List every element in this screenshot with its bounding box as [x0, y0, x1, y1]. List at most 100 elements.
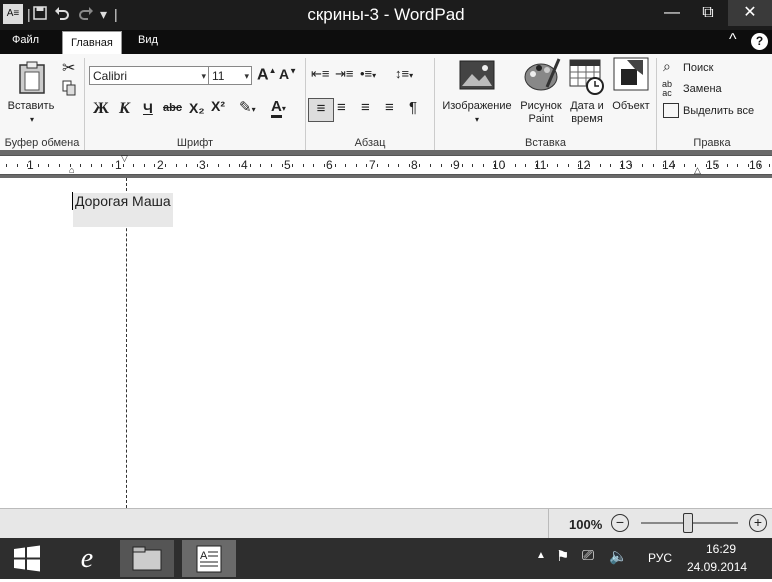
- insert-object-button[interactable]: Объект: [608, 100, 654, 113]
- wordpad-taskbar-icon[interactable]: A: [182, 540, 236, 577]
- object-icon[interactable]: [613, 57, 649, 95]
- volume-icon[interactable]: 🔈: [609, 547, 628, 565]
- insert-image-button[interactable]: Изображение: [438, 100, 516, 113]
- justify-icon[interactable]: ≡: [385, 99, 394, 116]
- find-button[interactable]: Поиск: [683, 62, 713, 75]
- maximize-button[interactable]: ⧉: [690, 0, 726, 26]
- strikethrough-button[interactable]: abc: [163, 102, 182, 114]
- underline-button[interactable]: Ч: [143, 100, 153, 116]
- paste-icon[interactable]: [17, 60, 47, 98]
- paste-dropdown-arrow[interactable]: ▾: [27, 113, 37, 126]
- font-family-value: Calibri: [93, 69, 128, 83]
- tab-file[interactable]: Файл: [12, 34, 39, 46]
- group-label-insert: Вставка: [525, 137, 566, 149]
- datetime-label-line-2: время: [571, 113, 603, 125]
- ruler-tick: [409, 164, 410, 167]
- collapse-ribbon-icon[interactable]: ^: [729, 31, 737, 49]
- zoom-in-button[interactable]: +: [749, 514, 767, 532]
- ruler-tick: [6, 164, 7, 167]
- action-center-flag-icon[interactable]: ⚑: [556, 547, 569, 565]
- bullet-list-icon[interactable]: •≡▾: [360, 66, 376, 81]
- minimize-button[interactable]: —: [654, 0, 690, 26]
- replace-button[interactable]: Замена: [683, 83, 722, 96]
- font-family-combo[interactable]: Calibri ▾: [89, 66, 209, 85]
- align-right-icon[interactable]: ≡: [361, 99, 370, 116]
- ruler-tick: [695, 164, 696, 167]
- decrease-indent-icon[interactable]: ⇤≡: [311, 66, 329, 82]
- bold-button[interactable]: Ж: [93, 100, 109, 118]
- align-center-icon[interactable]: ≡: [337, 99, 346, 116]
- ruler-number: 7: [369, 158, 376, 172]
- ruler-tick: [483, 164, 484, 167]
- file-explorer-icon[interactable]: [120, 540, 174, 577]
- ruler-number: 9: [453, 158, 460, 172]
- line-spacing-icon[interactable]: ↕≡▾: [395, 66, 413, 81]
- ruler-tick: [80, 164, 81, 167]
- ruler-tick: [451, 164, 452, 167]
- first-line-indent-marker[interactable]: ▽: [121, 153, 128, 164]
- select-all-button[interactable]: Выделить все: [683, 105, 754, 118]
- document-text[interactable]: Дорогая Маша: [73, 193, 173, 227]
- chevron-down-icon: ▾: [244, 71, 249, 81]
- ruler-tick: [59, 164, 60, 167]
- increase-indent-icon[interactable]: ⇥≡: [335, 66, 353, 82]
- close-button[interactable]: ✕: [728, 0, 772, 26]
- ruler-tick: [398, 164, 399, 167]
- ruler-tick: [769, 164, 770, 167]
- zoom-slider-thumb[interactable]: [683, 513, 693, 533]
- ruler-tick: [578, 164, 579, 167]
- paragraph-settings-icon[interactable]: ¶: [409, 99, 417, 116]
- internet-explorer-icon[interactable]: e: [60, 540, 114, 577]
- tab-view[interactable]: Вид: [138, 34, 158, 46]
- ruler-tick: [631, 164, 632, 167]
- paste-button[interactable]: Вставить: [5, 100, 57, 113]
- ruler-tick: [17, 164, 18, 167]
- start-button[interactable]: [0, 540, 54, 577]
- paint-drawing-icon[interactable]: [523, 57, 561, 97]
- ruler-number: 4: [241, 158, 248, 172]
- font-color-icon[interactable]: A▾: [271, 98, 286, 118]
- ruler-tick: [144, 164, 145, 167]
- divider: [548, 509, 549, 539]
- italic-button[interactable]: К: [119, 100, 130, 118]
- image-dropdown-arrow[interactable]: ▾: [472, 113, 482, 126]
- ruler-tick: [621, 164, 622, 167]
- ruler[interactable]: 1 1 2 3 4 5 6 7 8 9 10 11 12 13 14 15 16…: [0, 153, 772, 175]
- paint-label-line-2: Paint: [528, 113, 554, 125]
- ruler-tick: [557, 164, 558, 167]
- align-left-icon[interactable]: ≡: [308, 98, 334, 122]
- clock-date[interactable]: 24.09.2014: [687, 560, 747, 574]
- input-language-indicator[interactable]: РУС: [648, 551, 672, 565]
- ruler-number: 15: [706, 158, 720, 172]
- subscript-button[interactable]: X₂: [189, 100, 205, 116]
- ruler-tick: [737, 164, 738, 167]
- tab-home[interactable]: Главная: [62, 31, 122, 55]
- grow-font-icon[interactable]: A▲: [257, 66, 276, 84]
- insert-paint-button[interactable]: Рисунок Paint: [515, 100, 567, 126]
- zoom-out-button[interactable]: −: [611, 514, 629, 532]
- calendar-clock-icon[interactable]: [569, 59, 605, 99]
- copy-icon[interactable]: [62, 80, 76, 100]
- insert-datetime-button[interactable]: Дата и время: [565, 100, 609, 126]
- replace-icon: ab ac: [662, 79, 673, 98]
- group-label-clipboard: Буфер обмена: [4, 137, 80, 149]
- ruler-tick: [716, 164, 717, 167]
- help-icon[interactable]: ?: [751, 33, 768, 50]
- font-size-combo[interactable]: 11 ▾: [208, 66, 252, 85]
- cut-icon[interactable]: ✂: [62, 58, 75, 78]
- image-icon[interactable]: [459, 60, 495, 94]
- ruler-tick: [271, 164, 272, 167]
- network-icon[interactable]: ⎚: [582, 547, 594, 564]
- ruler-tick: [727, 164, 728, 167]
- ruler-tick: [345, 164, 346, 167]
- superscript-button[interactable]: X²: [211, 98, 225, 114]
- clock-time[interactable]: 16:29: [706, 542, 736, 556]
- highlight-pen-icon[interactable]: ✎▾: [239, 98, 256, 116]
- document-area[interactable]: Дорогая Маша: [0, 178, 772, 508]
- ruler-number: 5: [284, 158, 291, 172]
- text-caret: [72, 192, 73, 210]
- ruler-tick: [218, 164, 219, 167]
- show-hidden-icons-button[interactable]: ▲: [536, 550, 546, 561]
- ribbon: Вставить ▾ ✂ Буфер обмена Calibri ▾ 11 ▾…: [0, 54, 772, 151]
- shrink-font-icon[interactable]: A▼: [279, 66, 297, 82]
